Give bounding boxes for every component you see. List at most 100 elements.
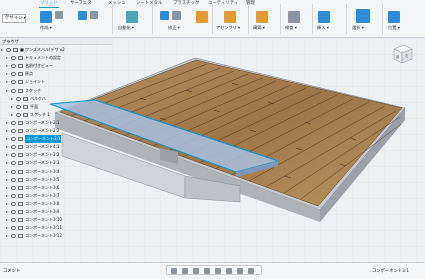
new-component-icon[interactable] (40, 11, 52, 23)
extrude-icon[interactable] (78, 11, 87, 20)
workspace-switcher[interactable]: デザイン ▸ (2, 14, 26, 23)
visibility-eye-icon[interactable] (11, 120, 16, 125)
expand-arrow-icon[interactable]: ▸ (11, 95, 13, 103)
pan-icon[interactable] (193, 268, 199, 274)
group-automate[interactable]: 自動化 ▾ (118, 25, 134, 31)
look-at-icon[interactable] (182, 268, 188, 274)
sketch-icon[interactable] (55, 11, 63, 19)
browser-sketch-row[interactable]: ▸ バルクハ (0, 95, 112, 103)
browser-component-row[interactable]: ▸ コンポーネント3:10 (0, 216, 112, 224)
expand-arrow-icon[interactable]: ▸ (6, 224, 8, 232)
browser-folder-row[interactable]: ▸ ■ ワンズネバル(デザ v2 (0, 46, 112, 54)
visibility-eye-icon[interactable] (11, 56, 16, 61)
visibility-eye-icon[interactable] (11, 169, 16, 174)
group-inspect[interactable]: 検査 ▾ (285, 25, 297, 31)
browser-sketch-row[interactable]: ▸ スケッチ 1 (0, 111, 112, 119)
browser-sketch-row[interactable]: ▸ 平面 (0, 103, 112, 111)
tab-solid[interactable]: ソリッド (39, 0, 59, 8)
browser-folder-row[interactable]: ▸ 原点 (0, 70, 112, 78)
browser-component-row[interactable]: ▸ コンポーネント3:4 (0, 168, 112, 176)
group-assemble[interactable]: アセンブリ ▾ (216, 25, 240, 31)
visibility-eye-icon[interactable] (11, 177, 16, 182)
group-construct[interactable]: 構築 ▾ (253, 25, 265, 31)
visibility-eye-icon[interactable] (6, 48, 11, 52)
browser-component-row[interactable]: ▸ コンポーネント4:1 (0, 143, 112, 151)
group-create[interactable]: 作成 ▾ (40, 25, 52, 31)
browser-folder-row[interactable]: ▸ 名前付きビュー (0, 62, 112, 70)
orbit-icon[interactable] (171, 268, 177, 274)
group-position[interactable]: 位置 ▾ (388, 25, 400, 31)
construct-plane-icon[interactable] (256, 11, 268, 23)
browser-component-row[interactable]: ▸ コンポーネント3:9 (0, 208, 112, 216)
expand-arrow-icon[interactable]: ▸ (6, 216, 8, 224)
visibility-eye-icon[interactable] (11, 161, 16, 166)
browser-component-row[interactable]: ▸ コンポーネント3:3 (0, 159, 112, 167)
select-icon[interactable] (356, 9, 370, 23)
press-pull-icon[interactable] (160, 11, 169, 20)
expand-arrow-icon[interactable]: ▸ (11, 103, 13, 111)
expand-arrow-icon[interactable]: ▸ (6, 168, 8, 176)
visibility-eye-icon[interactable] (11, 129, 16, 133)
expand-arrow-icon[interactable]: ▸ (1, 46, 3, 54)
insert-icon[interactable] (318, 11, 330, 23)
visibility-eye-icon[interactable] (11, 226, 16, 231)
browser-component-row[interactable]: ▸ コンポーネント3:11 (0, 224, 112, 232)
expand-arrow-icon[interactable]: ▸ (6, 87, 8, 95)
browser-folder-row[interactable]: ▸ スケッチ (0, 87, 112, 95)
visibility-eye-icon[interactable] (11, 145, 16, 150)
visibility-eye-icon[interactable] (11, 64, 16, 69)
visibility-eye-icon[interactable] (11, 210, 16, 214)
visibility-eye-icon[interactable] (11, 80, 16, 85)
viewcube[interactable]: 前 右 (388, 40, 416, 68)
automate-icon[interactable] (126, 11, 138, 23)
revolve-icon[interactable] (90, 11, 98, 19)
viewports-icon[interactable] (248, 268, 254, 274)
fit-icon[interactable] (215, 268, 221, 274)
measure-icon[interactable] (288, 11, 300, 23)
group-insert[interactable]: 挿入 ▾ (317, 25, 329, 31)
expand-arrow-icon[interactable]: ▸ (6, 208, 8, 216)
visibility-eye-icon[interactable] (11, 234, 16, 239)
comments-label[interactable]: コメント (3, 268, 20, 274)
visibility-eye-icon[interactable] (11, 218, 16, 223)
browser-component-row[interactable]: ▸ コンポーネント3:1 (0, 135, 112, 144)
visibility-eye-icon[interactable] (11, 201, 16, 206)
tab-surface[interactable]: サーフェス (70, 0, 92, 8)
expand-arrow-icon[interactable]: ▸ (6, 184, 8, 192)
fillet-icon[interactable] (172, 11, 181, 20)
group-modify[interactable]: 修正 ▾ (168, 25, 180, 31)
browser-component-row[interactable]: ▸ コンポーネント3:5 (0, 176, 112, 184)
joint-icon[interactable] (224, 11, 236, 23)
tab-mesh[interactable]: メッシュ (108, 0, 126, 8)
visibility-eye-icon[interactable] (11, 185, 16, 190)
expand-arrow-icon[interactable]: ▸ (6, 143, 8, 151)
expand-arrow-icon[interactable]: ▸ (6, 151, 8, 159)
visibility-eye-icon[interactable] (11, 72, 16, 77)
expand-arrow-icon[interactable]: ▸ (6, 54, 8, 62)
visibility-eye-icon[interactable] (16, 104, 21, 109)
browser-component-row[interactable]: ▸ コンポーネント3:8 (0, 200, 112, 208)
expand-arrow-icon[interactable]: ▸ (6, 62, 8, 70)
browser-component-row[interactable]: ▸ コンポーネント3:2 (0, 151, 112, 159)
tab-plastic[interactable]: プラスチック (173, 0, 199, 8)
expand-arrow-icon[interactable]: ▸ (6, 200, 8, 208)
visibility-eye-icon[interactable] (11, 137, 16, 142)
browser-component-row[interactable]: ▸ コンポーネント2:1 (0, 119, 112, 127)
browser-component-row[interactable]: ▸ コンポーネント3:12 (0, 232, 112, 240)
visibility-eye-icon[interactable] (11, 88, 16, 93)
display-settings-icon[interactable] (226, 268, 232, 274)
expand-arrow-icon[interactable]: ▸ (6, 127, 8, 135)
browser-component-row[interactable]: ▸ コンポーネント3:6 (0, 184, 112, 192)
visibility-eye-icon[interactable] (11, 153, 16, 158)
expand-arrow-icon[interactable]: ▸ (6, 176, 8, 184)
zoom-icon[interactable] (204, 268, 210, 274)
tab-sheetmetal[interactable]: シートメタル (136, 0, 162, 8)
move-icon[interactable] (196, 11, 208, 23)
expand-arrow-icon[interactable]: ▸ (6, 70, 8, 78)
group-select[interactable]: 選択 ▾ (352, 25, 364, 31)
align-icon[interactable] (388, 11, 400, 23)
grid-settings-icon[interactable] (237, 268, 243, 274)
expand-arrow-icon[interactable]: ▸ (6, 232, 8, 240)
expand-arrow-icon[interactable]: ▸ (6, 119, 8, 127)
browser-folder-row[interactable]: ▸ ジョイント (0, 78, 112, 86)
